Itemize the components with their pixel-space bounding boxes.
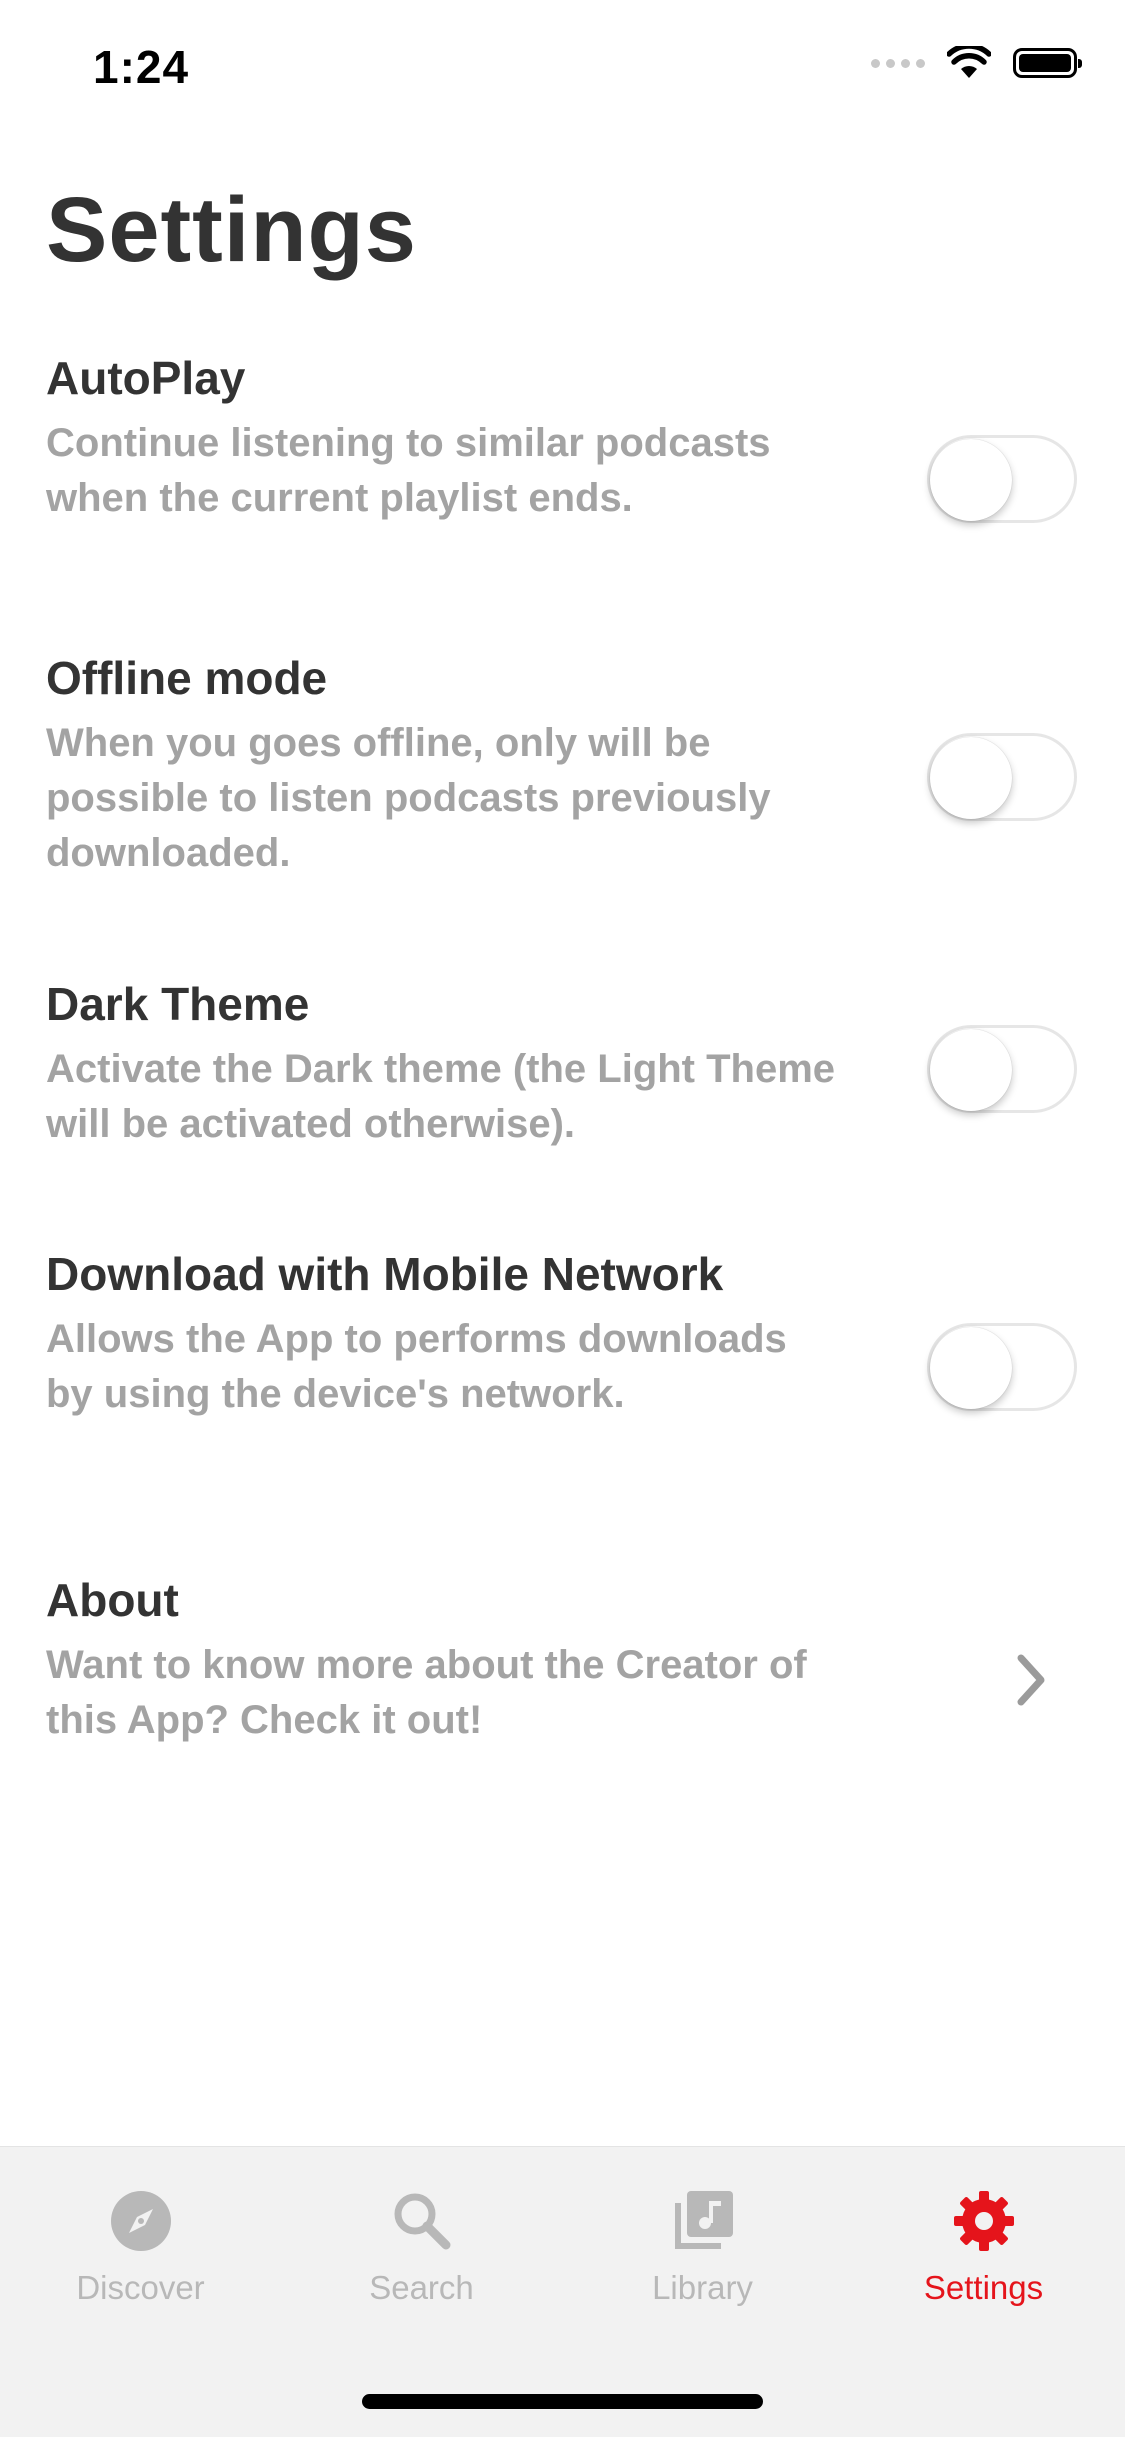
toggle-knob [930, 1029, 1012, 1111]
status-icons [871, 46, 1082, 80]
page-title: Settings [46, 179, 417, 281]
tab-settings[interactable]: Settings [843, 2189, 1124, 2307]
wifi-icon [947, 46, 991, 78]
setting-title: Download with Mobile Network [46, 1248, 724, 1300]
toggle-knob [930, 1327, 1012, 1409]
setting-description: Allows the App to performs downloads by … [46, 1317, 787, 1416]
toggle-knob [930, 439, 1012, 521]
tab-library[interactable]: Library [562, 2189, 843, 2307]
cellular-signal-icon [871, 58, 925, 68]
chevron-right-icon [1017, 1654, 1045, 1706]
setting-description: When you goes offline, only will be poss… [46, 721, 771, 875]
setting-title: Offline mode [46, 652, 328, 704]
status-bar: 1:24 [0, 0, 1125, 132]
setting-title: AutoPlay [46, 352, 246, 404]
dark-theme-toggle[interactable] [927, 1025, 1077, 1113]
tab-label: Settings [923, 2269, 1044, 2306]
gear-icon [953, 2191, 1014, 2251]
setting-description: Want to know more about the Creator of t… [46, 1643, 807, 1742]
battery-icon [1013, 48, 1082, 78]
tab-search[interactable]: Search [281, 2189, 562, 2307]
setting-description: Activate the Dark theme (the Light Theme… [46, 1047, 836, 1146]
compass-icon [110, 2191, 171, 2251]
setting-offline-mode: Offline mode When you goes offline, only… [0, 640, 1125, 966]
offline-mode-toggle[interactable] [927, 733, 1077, 821]
mobile-network-toggle[interactable] [927, 1323, 1077, 1411]
home-indicator [362, 2394, 763, 2409]
setting-mobile-network: Download with Mobile Network Allows the … [0, 1236, 1125, 1562]
setting-description: Continue listening to similar podcasts w… [46, 421, 771, 520]
tab-label: Discover [76, 2269, 205, 2306]
settings-list: AutoPlay Continue listening to similar p… [0, 340, 1125, 1762]
setting-title: About [46, 1574, 179, 1626]
setting-autoplay: AutoPlay Continue listening to similar p… [0, 340, 1125, 640]
toggle-knob [930, 737, 1012, 819]
setting-about[interactable]: About Want to know more about the Creato… [0, 1562, 1125, 1762]
tab-discover[interactable]: Discover [0, 2189, 281, 2307]
tab-label: Library [652, 2269, 753, 2306]
search-icon [394, 2193, 450, 2250]
autoplay-toggle[interactable] [927, 435, 1077, 523]
library-icon [674, 2191, 733, 2249]
setting-dark-theme: Dark Theme Activate the Dark theme (the … [0, 966, 1125, 1236]
tab-label: Search [369, 2269, 474, 2306]
status-time: 1:24 [93, 41, 190, 93]
